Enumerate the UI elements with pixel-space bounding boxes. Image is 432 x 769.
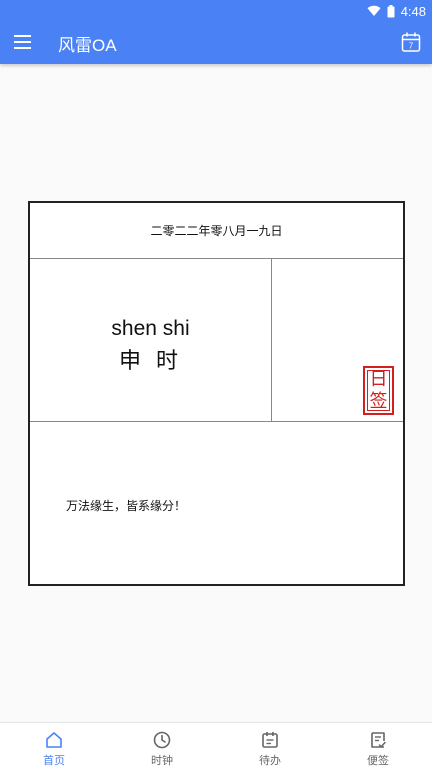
seal-cell: 日 签 — [272, 259, 403, 422]
seal-char: 日 — [369, 368, 388, 390]
nav-label: 待办 — [259, 754, 281, 767]
date-text: 二零二二年零八月一九日 — [150, 224, 283, 238]
daily-sign-seal: 日 签 — [363, 366, 394, 415]
nav-notes[interactable]: 便签 — [324, 723, 432, 769]
nav-todo[interactable]: 待办 — [216, 723, 324, 769]
shichen-cell: shen shi 申 时 — [30, 259, 272, 422]
todo-icon — [262, 732, 278, 748]
shichen-pinyin: shen shi — [111, 317, 190, 340]
calendar-day: 7 — [409, 42, 414, 51]
home-icon — [46, 732, 62, 748]
nav-label: 时钟 — [151, 754, 173, 767]
shichen-text: 申 时 — [119, 349, 182, 374]
status-indicators: 4:48 — [367, 2, 426, 20]
calendar-icon[interactable]: 7 — [400, 31, 422, 53]
daily-sign-card: 二零二二年零八月一九日 shen shi 申 时 日 签 万法缘生，皆系缘分！ — [28, 201, 405, 586]
status-bar: 4:48 — [0, 0, 432, 22]
app-title: 风雷OA — [58, 36, 117, 55]
status-time: 4:48 — [400, 3, 426, 19]
lunar-date: 二零二二年零八月一九日 — [30, 203, 403, 259]
app-bar: 风雷OA 7 — [0, 22, 432, 64]
nav-clock[interactable]: 时钟 — [108, 723, 216, 769]
menu-icon[interactable] — [13, 33, 33, 51]
battery-icon — [387, 4, 395, 17]
nav-label: 便签 — [367, 754, 389, 767]
daily-quote: 万法缘生，皆系缘分！ — [66, 499, 187, 513]
nav-label: 首页 — [43, 754, 65, 767]
note-icon — [371, 732, 386, 748]
clock-icon — [153, 731, 171, 749]
seal-char: 签 — [369, 390, 388, 412]
wifi-icon — [367, 5, 381, 17]
bottom-navigation: 首页 时钟 待办 便签 — [0, 722, 432, 769]
nav-home[interactable]: 首页 — [0, 723, 108, 769]
